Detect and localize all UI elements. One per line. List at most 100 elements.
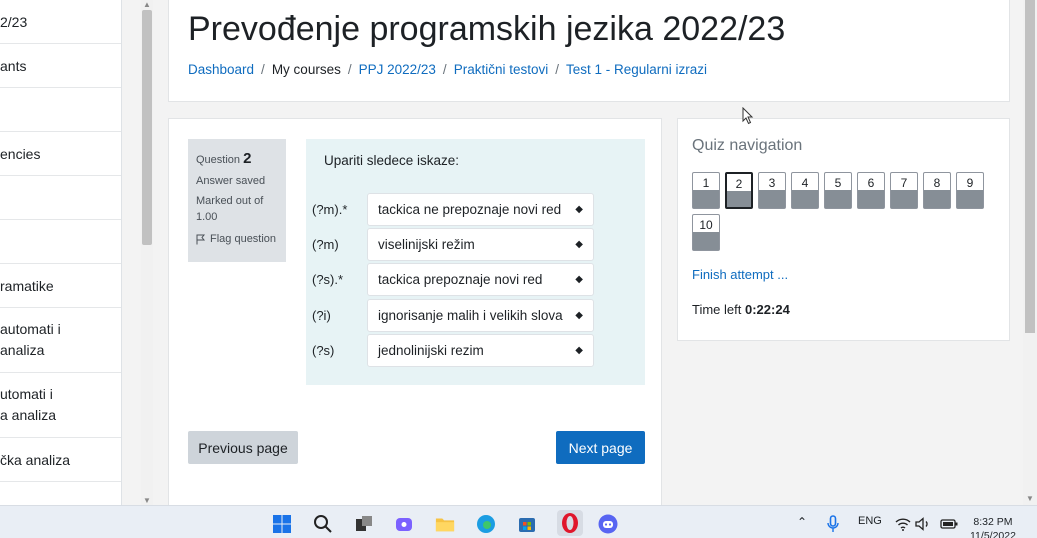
match-row: (?i) ignorisanje malih i velikih slova ◆: [312, 299, 594, 332]
flag-question-link[interactable]: Flag question: [196, 232, 278, 248]
teams-chat-icon[interactable]: [394, 514, 414, 534]
drawer-item[interactable]: [0, 88, 121, 132]
quiz-question-buttons: 1 2 3 4 5 6 7 8 9 10: [692, 172, 992, 251]
breadcrumb-my-courses: My courses: [271, 62, 341, 77]
answered-indicator: [693, 232, 719, 250]
volume-icon[interactable]: [915, 514, 931, 534]
question-state: Answer saved: [196, 174, 266, 187]
task-view-icon[interactable]: [354, 514, 374, 534]
windows-taskbar: ⌃ ENG 8:32 PM 11/5/2022: [0, 505, 1037, 538]
answered-indicator: [891, 190, 917, 208]
quiz-question-button-current[interactable]: 2: [725, 172, 753, 209]
drawer-item[interactable]: utomati i a analiza: [0, 373, 121, 438]
answered-indicator: [759, 190, 785, 208]
opera-browser-icon[interactable]: [557, 510, 583, 536]
battery-icon[interactable]: [940, 514, 958, 534]
flag-icon: [196, 234, 206, 245]
edge-browser-icon[interactable]: [476, 514, 496, 534]
search-icon[interactable]: [313, 514, 333, 534]
quiz-question-button[interactable]: 1: [692, 172, 720, 209]
breadcrumb-separator: /: [555, 62, 559, 77]
select-caret-icon: ◆: [575, 274, 583, 285]
quiz-question-button[interactable]: 6: [857, 172, 885, 209]
match-select[interactable]: ignorisanje malih i velikih slova ◆: [367, 299, 594, 332]
quiz-question-button[interactable]: 4: [791, 172, 819, 209]
select-caret-icon: ◆: [575, 345, 583, 356]
drawer-item[interactable]: [0, 176, 121, 220]
answered-indicator: [957, 190, 983, 208]
match-select[interactable]: tackica prepoznaje novi red ◆: [367, 263, 594, 296]
select-caret-icon: ◆: [575, 239, 583, 250]
answered-indicator: [858, 190, 884, 208]
match-select[interactable]: viselinijski režim ◆: [367, 228, 594, 261]
system-clock[interactable]: 8:32 PM 11/5/2022: [970, 516, 1016, 538]
windows-start-icon[interactable]: [272, 514, 292, 534]
clock-time: 8:32 PM: [973, 516, 1013, 528]
question-grade: Marked out of 1.00: [196, 194, 264, 223]
drawer-item[interactable]: automati i analiza: [0, 308, 121, 373]
breadcrumb-separator: /: [261, 62, 265, 77]
quiz-question-button[interactable]: 5: [824, 172, 852, 209]
match-stem: (?s): [312, 343, 335, 358]
scroll-down-icon[interactable]: ▼: [143, 496, 151, 505]
breadcrumb-dashboard[interactable]: Dashboard: [188, 62, 254, 77]
match-stem: (?i): [312, 308, 331, 323]
match-select[interactable]: jednolinijski rezim ◆: [367, 334, 594, 367]
drawer-item[interactable]: [0, 220, 121, 264]
drawer-item[interactable]: čka analiza: [0, 438, 121, 482]
file-explorer-icon[interactable]: [435, 514, 455, 534]
quiz-question-button[interactable]: 10: [692, 214, 720, 251]
drawer-scrollbar[interactable]: ▲ ▼: [141, 0, 153, 505]
microsoft-store-icon[interactable]: [517, 514, 537, 534]
answered-indicator: [727, 191, 751, 207]
select-caret-icon: ◆: [575, 310, 583, 321]
quiz-question-button[interactable]: 7: [890, 172, 918, 209]
answered-indicator: [825, 190, 851, 208]
match-row: (?s) jednolinijski rezim ◆: [312, 334, 594, 367]
breadcrumb-section[interactable]: Praktični testovi: [454, 62, 549, 77]
breadcrumb-quiz[interactable]: Test 1 - Regularni izrazi: [566, 62, 707, 77]
microphone-icon[interactable]: [825, 514, 841, 534]
scroll-up-icon[interactable]: ▲: [143, 0, 151, 9]
quiz-question-button[interactable]: 8: [923, 172, 951, 209]
main-region: Prevođenje programskih jezika 2022/23 Da…: [153, 0, 1023, 508]
drawer-item[interactable]: ants: [0, 44, 121, 88]
question-content: Upariti sledece iskaze: (?m).* tackica n…: [306, 139, 645, 385]
course-index-drawer: 2/23 ants encies ramatike automati i ana…: [0, 0, 122, 505]
breadcrumb-course[interactable]: PPJ 2022/23: [359, 62, 436, 77]
chevron-up-icon[interactable]: ⌃: [797, 515, 807, 529]
breadcrumb-separator: /: [442, 62, 447, 77]
question-info: Question 2 Answer saved Marked out of 1.…: [188, 139, 286, 262]
breadcrumb: Dashboard / My courses / PPJ 2022/23 / P…: [188, 62, 707, 77]
page-scrollbar[interactable]: ▼: [1023, 0, 1037, 505]
previous-page-button[interactable]: Previous page: [188, 431, 298, 464]
match-select[interactable]: tackica ne prepoznaje novi red ◆: [367, 193, 594, 226]
quiz-question-button[interactable]: 3: [758, 172, 786, 209]
match-stem: (?m).*: [312, 202, 348, 217]
scrollbar-thumb[interactable]: [142, 10, 152, 245]
match-select-value: viselinijski režim: [378, 237, 475, 252]
wifi-icon[interactable]: [895, 514, 911, 534]
quiz-question-button[interactable]: 9: [956, 172, 984, 209]
drawer-item[interactable]: ramatike: [0, 264, 121, 308]
match-stem: (?m): [312, 237, 339, 252]
language-indicator[interactable]: ENG: [858, 515, 882, 527]
finish-attempt-link[interactable]: Finish attempt ...: [692, 267, 788, 282]
discord-icon[interactable]: [598, 514, 618, 534]
flag-question-label: Flag question: [210, 232, 277, 245]
match-select-value: jednolinijski rezim: [378, 343, 484, 358]
clock-date: 11/5/2022: [970, 529, 1016, 538]
answered-indicator: [792, 190, 818, 208]
time-left-value: 0:22:24: [744, 302, 790, 317]
match-row: (?m).* tackica ne prepoznaje novi red ◆: [312, 193, 594, 226]
quiz-navigation-title: Quiz navigation: [692, 137, 803, 154]
next-page-button[interactable]: Next page: [556, 431, 645, 464]
drawer-item[interactable]: 2/23: [0, 0, 121, 44]
drawer-item[interactable]: encies: [0, 132, 121, 176]
match-select-value: ignorisanje malih i velikih slova: [378, 308, 563, 323]
time-left: Time left 0:22:24: [692, 302, 790, 317]
question-number: Question 2: [196, 150, 252, 167]
scrollbar-thumb[interactable]: [1025, 0, 1035, 333]
scroll-down-icon[interactable]: ▼: [1026, 494, 1034, 503]
match-select-value: tackica ne prepoznaje novi red: [378, 202, 562, 217]
